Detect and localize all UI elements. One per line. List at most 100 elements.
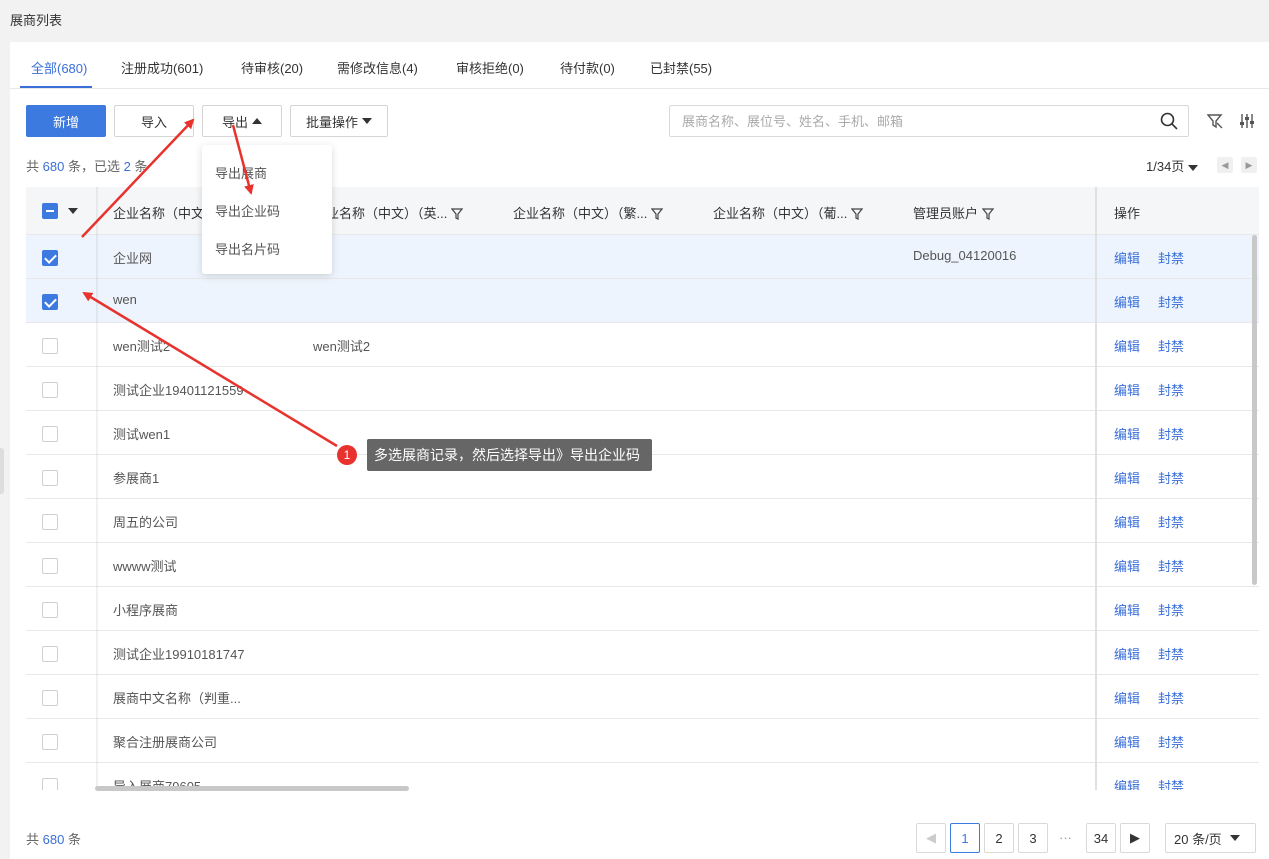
search-icon[interactable] — [1160, 112, 1178, 130]
filter-icon[interactable] — [451, 208, 464, 220]
add-button[interactable]: 新增 — [26, 105, 106, 137]
column-settings-icon[interactable] — [1239, 113, 1255, 129]
fixed-column-divider — [1095, 187, 1097, 790]
edit-link[interactable]: 编辑 — [1114, 468, 1140, 487]
prev-page-mini-button[interactable]: ◀ — [1217, 157, 1233, 173]
vertical-scrollbar[interactable] — [1252, 235, 1257, 585]
ban-link[interactable]: 封禁 — [1158, 424, 1184, 443]
exhibitor-table: 企业名称（中文） 企业名称（中文）（英... 企业名称（中文）（繁... 企业名… — [26, 187, 1259, 790]
select-all-checkbox[interactable] — [42, 203, 58, 219]
next-page-button[interactable]: ▶ — [1120, 823, 1150, 853]
page-indicator-dropdown[interactable]: 1/34页 — [1146, 156, 1199, 175]
row-checkbox[interactable] — [42, 470, 58, 486]
ban-link[interactable]: 封禁 — [1158, 776, 1184, 790]
export-button-label: 导出 — [221, 114, 248, 130]
ban-link[interactable]: 封禁 — [1158, 688, 1184, 707]
ban-link[interactable]: 封禁 — [1158, 732, 1184, 751]
prev-page-button[interactable]: ◀ — [916, 823, 946, 853]
tab-pending-payment[interactable]: 待付款(0) — [560, 58, 615, 77]
search-input[interactable] — [670, 106, 1140, 136]
table-row[interactable]: wen测试2 wen测试2 编辑 封禁 — [26, 323, 1259, 367]
ban-link[interactable]: 封禁 — [1158, 292, 1184, 311]
page-2-button[interactable]: 2 — [984, 823, 1014, 853]
ban-link[interactable]: 封禁 — [1158, 380, 1184, 399]
col-header-name-pt-label: 企业名称（中文）（葡... — [713, 206, 848, 221]
table-row[interactable]: 聚合注册展商公司 编辑 封禁 — [26, 719, 1259, 763]
ban-link[interactable]: 封禁 — [1158, 248, 1184, 267]
ban-link[interactable]: 封禁 — [1158, 336, 1184, 355]
caret-down-icon — [1229, 835, 1240, 841]
edit-link[interactable]: 编辑 — [1114, 556, 1140, 575]
edit-link[interactable]: 编辑 — [1114, 512, 1140, 531]
menu-item-export-company-code[interactable]: 导出企业码 — [215, 201, 280, 220]
tab-all[interactable]: 全部(680) — [31, 58, 87, 77]
table-row[interactable]: 周五的公司 编辑 封禁 — [26, 499, 1259, 543]
row-checkbox[interactable] — [42, 338, 58, 354]
tab-registered[interactable]: 注册成功(601) — [121, 58, 203, 77]
edit-link[interactable]: 编辑 — [1114, 776, 1140, 790]
filter-icon[interactable] — [982, 208, 995, 220]
sidebar-collapse-handle[interactable] — [0, 448, 4, 494]
menu-item-export-card-code[interactable]: 导出名片码 — [215, 239, 280, 258]
cell-name-cn: wwww测试 — [113, 559, 177, 574]
table-row[interactable]: 测试企业19401121559 编辑 封禁 — [26, 367, 1259, 411]
table-row[interactable]: 测试企业19910181747 编辑 封禁 — [26, 631, 1259, 675]
tab-banned[interactable]: 已封禁(55) — [650, 58, 712, 77]
row-checkbox[interactable] — [42, 294, 58, 310]
ban-link[interactable]: 封禁 — [1158, 644, 1184, 663]
row-checkbox[interactable] — [42, 514, 58, 530]
page-ellipsis[interactable]: ··· — [1059, 830, 1072, 845]
ban-link[interactable]: 封禁 — [1158, 512, 1184, 531]
page-indicator-label: 1/34页 — [1146, 159, 1185, 174]
filter-clear-icon[interactable] — [1207, 113, 1223, 129]
next-page-mini-button[interactable]: ▶ — [1241, 157, 1257, 173]
ban-link[interactable]: 封禁 — [1158, 600, 1184, 619]
page-34-button[interactable]: 34 — [1086, 823, 1116, 853]
batch-actions-label: 批量操作 — [305, 114, 358, 130]
col-header-actions: 操作 — [1114, 206, 1141, 221]
row-checkbox[interactable] — [42, 250, 58, 266]
page-1-button[interactable]: 1 — [950, 823, 980, 853]
ban-link[interactable]: 封禁 — [1158, 468, 1184, 487]
row-checkbox[interactable] — [42, 558, 58, 574]
row-checkbox[interactable] — [42, 602, 58, 618]
batch-actions-button[interactable]: 批量操作 — [290, 105, 388, 137]
export-button[interactable]: 导出 — [202, 105, 282, 137]
edit-link[interactable]: 编辑 — [1114, 292, 1140, 311]
page-size-select[interactable]: 20 条/页 — [1165, 823, 1256, 853]
tab-pending-review[interactable]: 待审核(20) — [241, 58, 303, 77]
annotation-badge: 1 — [337, 445, 357, 465]
row-checkbox[interactable] — [42, 778, 58, 790]
row-checkbox[interactable] — [42, 646, 58, 662]
table-row[interactable]: wwww测试 编辑 封禁 — [26, 543, 1259, 587]
edit-link[interactable]: 编辑 — [1114, 380, 1140, 399]
table-row[interactable]: wen 编辑 封禁 — [26, 279, 1259, 323]
page-size-label: 20 条/页 — [1174, 831, 1222, 847]
table-row[interactable]: 小程序展商 编辑 封禁 — [26, 587, 1259, 631]
import-button[interactable]: 导入 — [114, 105, 194, 137]
edit-link[interactable]: 编辑 — [1114, 336, 1140, 355]
edit-link[interactable]: 编辑 — [1114, 644, 1140, 663]
edit-link[interactable]: 编辑 — [1114, 688, 1140, 707]
menu-item-export-exhibitors[interactable]: 导出展商 — [215, 163, 267, 182]
tab-rejected[interactable]: 审核拒绝(0) — [456, 58, 524, 77]
page-3-button[interactable]: 3 — [1018, 823, 1048, 853]
filter-icon[interactable] — [851, 208, 864, 220]
select-menu-caret-icon[interactable] — [68, 208, 78, 214]
tab-needs-revision[interactable]: 需修改信息(4) — [337, 58, 418, 77]
ban-link[interactable]: 封禁 — [1158, 556, 1184, 575]
row-checkbox[interactable] — [42, 382, 58, 398]
active-tab-indicator — [20, 86, 92, 88]
horizontal-scrollbar[interactable] — [95, 786, 409, 791]
row-checkbox[interactable] — [42, 690, 58, 706]
footer-total-suffix: 条 — [64, 832, 81, 847]
edit-link[interactable]: 编辑 — [1114, 732, 1140, 751]
row-checkbox[interactable] — [42, 734, 58, 750]
row-checkbox[interactable] — [42, 426, 58, 442]
filter-icon[interactable] — [651, 208, 664, 220]
caret-down-icon — [1188, 165, 1199, 171]
edit-link[interactable]: 编辑 — [1114, 600, 1140, 619]
edit-link[interactable]: 编辑 — [1114, 248, 1140, 267]
edit-link[interactable]: 编辑 — [1114, 424, 1140, 443]
table-row[interactable]: 展商中文名称（判重... 编辑 封禁 — [26, 675, 1259, 719]
